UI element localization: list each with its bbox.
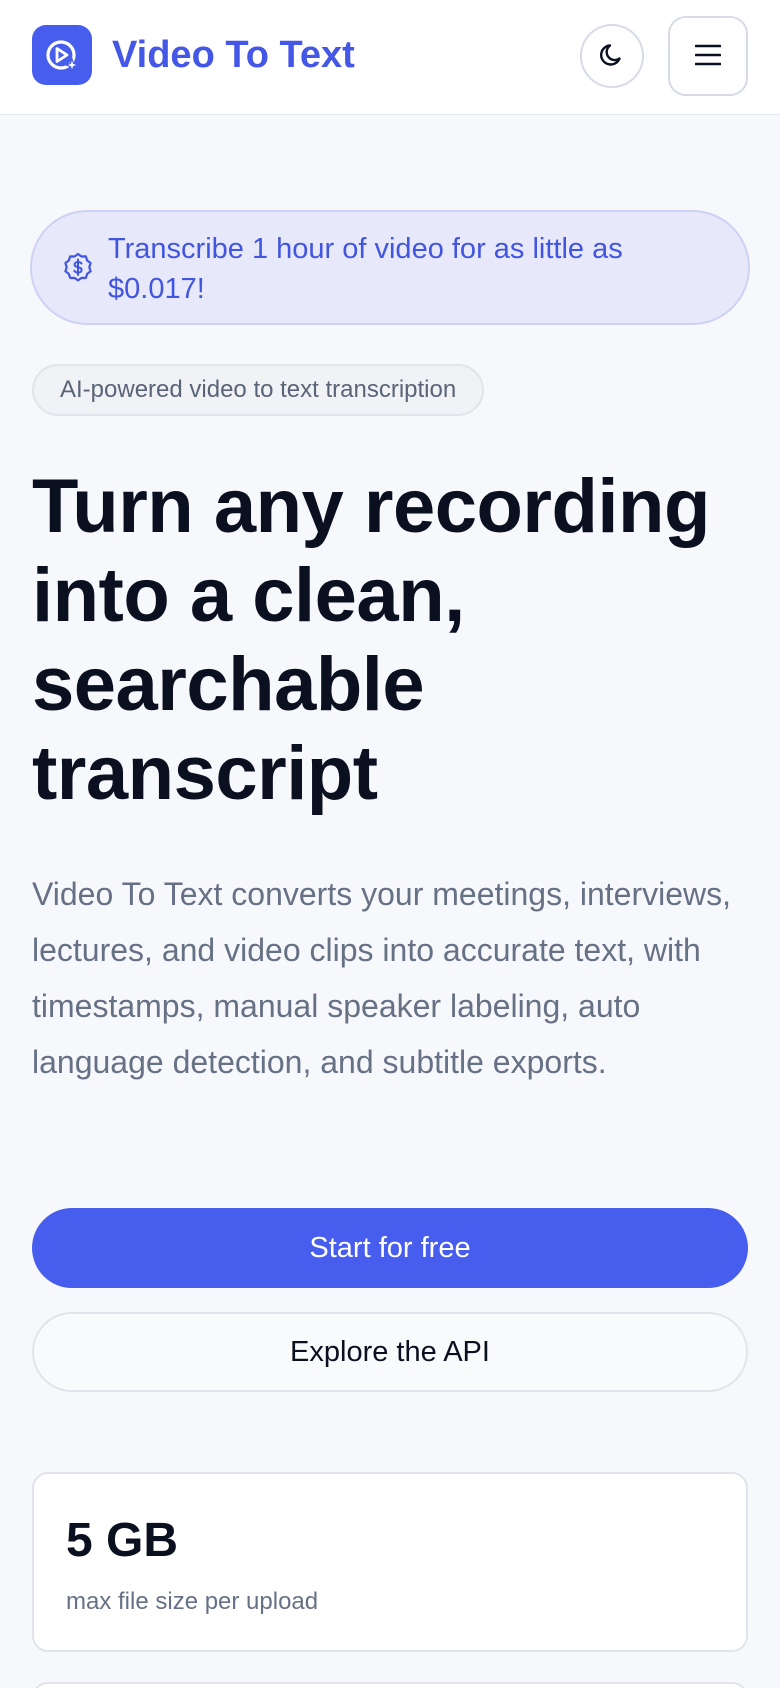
hero-description: Video To Text converts your meetings, in… xyxy=(32,876,732,1080)
stat-card xyxy=(32,1682,748,1688)
explore-api-button[interactable]: Explore the API xyxy=(32,1312,748,1392)
hamburger-menu-icon xyxy=(694,44,722,69)
promo-text: Transcribe 1 hour of video for as little… xyxy=(108,233,623,305)
moon-icon xyxy=(598,41,626,72)
hero-title: Turn any recording into a clean, searcha… xyxy=(32,464,710,816)
dollar-badge-icon xyxy=(60,250,96,286)
stat-card: 5 GB max file size per upload xyxy=(32,1472,748,1652)
pricing-promo-banner[interactable]: Transcribe 1 hour of video for as little… xyxy=(30,210,750,325)
stat-label: max file size per upload xyxy=(66,1588,319,1615)
menu-button[interactable] xyxy=(668,16,748,96)
stat-value: 5 GB xyxy=(66,1514,179,1567)
brand-name[interactable]: Video To Text xyxy=(112,30,355,80)
top-header: Video To Text xyxy=(0,0,780,115)
theme-toggle-button[interactable] xyxy=(580,24,644,88)
start-for-free-button[interactable]: Start for free xyxy=(32,1208,748,1288)
logo-icon[interactable] xyxy=(32,25,92,85)
feature-tag: AI-powered video to text transcription xyxy=(32,364,485,416)
